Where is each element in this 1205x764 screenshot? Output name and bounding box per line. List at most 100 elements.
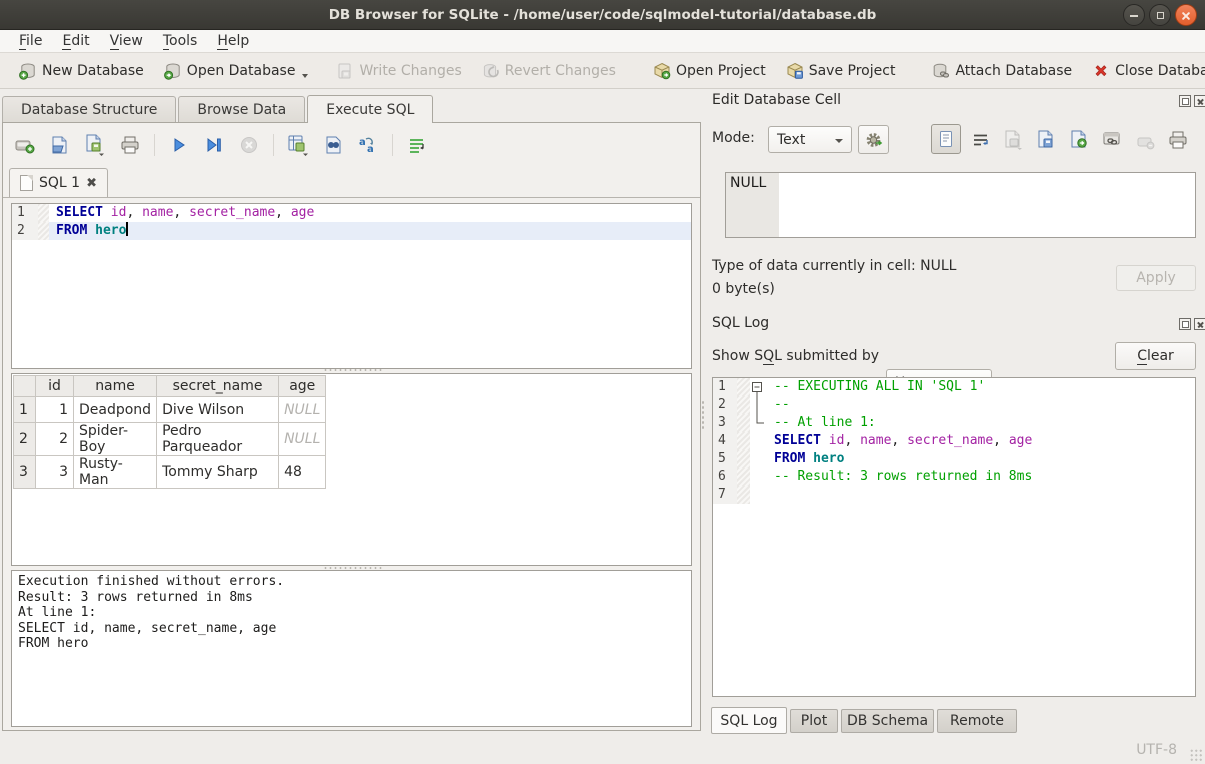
- table-row[interactable]: 3 3 Rusty-Man Tommy Sharp 48: [14, 456, 326, 489]
- revert-changes-button[interactable]: Revert Changes: [475, 58, 623, 84]
- close-database-button[interactable]: Close Database: [1085, 58, 1205, 84]
- maximize-button[interactable]: [1149, 4, 1171, 26]
- tab-database-structure[interactable]: Database Structure: [2, 96, 176, 123]
- mode-combobox[interactable]: Text: [768, 126, 852, 153]
- print-cell-icon[interactable]: [1166, 128, 1190, 152]
- sql-tab-sql1[interactable]: SQL 1 ✖: [9, 168, 108, 197]
- open-project-button[interactable]: Open Project: [646, 58, 773, 84]
- bottom-tab-remote[interactable]: Remote: [937, 709, 1017, 733]
- gutter-hatch: [737, 486, 750, 504]
- stop-icon[interactable]: [237, 133, 261, 157]
- open-database-dropdown-caret[interactable]: [302, 74, 308, 78]
- execute-sql-panel: aa SQL 1 ✖ 1SELECT id, name, secret_name…: [2, 122, 701, 731]
- cell-value: NULL: [730, 175, 766, 191]
- line-number: 2: [713, 396, 737, 414]
- dock-float-icon[interactable]: [1179, 95, 1191, 107]
- close-button[interactable]: [1175, 4, 1197, 26]
- mode-value: Text: [777, 132, 805, 148]
- save-project-button[interactable]: Save Project: [779, 58, 903, 84]
- code-text: -- At line 1:: [767, 414, 1195, 432]
- open-sql-file-icon[interactable]: [48, 133, 72, 157]
- bottom-tab-plot[interactable]: Plot: [790, 709, 838, 733]
- corner-header[interactable]: [14, 376, 36, 397]
- find-in-file-icon[interactable]: [321, 133, 345, 157]
- code-line[interactable]: 5FROM hero: [713, 450, 1195, 468]
- new-database-button[interactable]: New Database: [12, 58, 151, 84]
- editor-grid-splitter[interactable]: [323, 368, 383, 372]
- gutter-hatch: [737, 450, 750, 468]
- menu-tools[interactable]: Tools: [154, 31, 207, 51]
- apply-settings-button[interactable]: [858, 125, 889, 154]
- code-line[interactable]: 4SELECT id, name, secret_name, age: [713, 432, 1195, 450]
- open-database-button[interactable]: Open Database: [157, 58, 316, 84]
- import-cell-data-icon[interactable]: [1034, 128, 1058, 152]
- open-external-icon[interactable]: [1100, 128, 1124, 152]
- sql-tab-bar: SQL 1 ✖: [3, 167, 700, 198]
- svg-text:a: a: [359, 137, 366, 148]
- tab-execute-sql[interactable]: Execute SQL: [307, 95, 433, 123]
- execute-current-line-icon[interactable]: [202, 133, 226, 157]
- col-header-name[interactable]: name: [74, 376, 157, 397]
- gutter-hatch: [38, 204, 49, 222]
- tab-browse-data[interactable]: Browse Data: [178, 96, 305, 123]
- code-line[interactable]: 2FROM hero: [12, 222, 691, 240]
- line-number: 4: [713, 432, 737, 450]
- col-header-id[interactable]: id: [36, 376, 74, 397]
- attach-database-button[interactable]: Attach Database: [925, 58, 1079, 84]
- apply-button[interactable]: Apply: [1116, 265, 1196, 291]
- code-line[interactable]: 1SELECT id, name, secret_name, age: [12, 204, 691, 222]
- word-wrap-icon[interactable]: [405, 133, 429, 157]
- new-sql-tab-icon[interactable]: [13, 133, 37, 157]
- write-changes-button[interactable]: Write Changes: [329, 58, 468, 84]
- code-line[interactable]: 7: [713, 486, 1195, 504]
- main-tab-bar: Database Structure Browse Data Execute S…: [2, 95, 435, 123]
- code-line[interactable]: 3-- At line 1:: [713, 414, 1195, 432]
- code-line[interactable]: 6-- Result: 3 rows returned in 8ms: [713, 468, 1195, 486]
- line-number: 2: [12, 222, 38, 240]
- table-row[interactable]: 1 1 Deadpond Dive Wilson NULL: [14, 397, 326, 423]
- menu-help[interactable]: Help: [208, 31, 258, 51]
- clear-button[interactable]: Clear: [1115, 342, 1196, 370]
- cell-editor[interactable]: NULL: [725, 172, 1196, 238]
- col-header-secret-name[interactable]: secret_name: [157, 376, 279, 397]
- code-line[interactable]: 1-- EXECUTING ALL IN 'SQL 1': [713, 378, 1195, 396]
- minimize-button[interactable]: [1123, 4, 1145, 26]
- menu-edit[interactable]: Edit: [53, 31, 98, 51]
- table-row[interactable]: 2 2 Spider-Boy Pedro Parqueador NULL: [14, 423, 326, 456]
- line-number: 1: [713, 378, 737, 396]
- text-caret: [126, 222, 128, 236]
- export-results-icon[interactable]: [286, 133, 310, 157]
- col-header-age[interactable]: age: [279, 376, 326, 397]
- dock-float-icon[interactable]: [1179, 318, 1191, 330]
- print-icon[interactable]: [118, 133, 142, 157]
- line-number: 6: [713, 468, 737, 486]
- sql-tab-close-icon[interactable]: ✖: [86, 176, 97, 191]
- menu-file[interactable]: File: [10, 31, 51, 51]
- sql-log-view[interactable]: 1-- EXECUTING ALL IN 'SQL 1'2--3-- At li…: [712, 377, 1196, 697]
- titlebar[interactable]: DB Browser for SQLite - /home/user/code/…: [0, 0, 1205, 30]
- sql-tab-label: SQL 1: [39, 175, 80, 191]
- bottom-tab-db-schema[interactable]: DB Schema: [841, 709, 934, 733]
- set-null-icon[interactable]: [1134, 130, 1158, 154]
- execute-all-icon[interactable]: [167, 133, 191, 157]
- save-sql-file-icon[interactable]: [83, 133, 107, 157]
- fold-marker-icon[interactable]: [750, 378, 767, 396]
- code-text: FROM hero: [767, 450, 1195, 468]
- bottom-tab-sql-log[interactable]: SQL Log: [711, 707, 787, 734]
- panel-splitter[interactable]: [701, 400, 706, 430]
- code-line[interactable]: 2--: [713, 396, 1195, 414]
- format-sql-icon[interactable]: aa: [356, 133, 380, 157]
- sql-editor[interactable]: 1SELECT id, name, secret_name, age2FROM …: [11, 203, 692, 369]
- menu-view[interactable]: View: [101, 31, 152, 51]
- sql-editor-toolbar: aa: [13, 130, 429, 160]
- dock-close-icon[interactable]: [1194, 318, 1205, 330]
- text-mode-button[interactable]: [931, 124, 961, 154]
- word-wrap-icon[interactable]: [969, 128, 993, 152]
- results-header-row: id name secret_name age: [14, 376, 326, 397]
- encoding-indicator[interactable]: UTF-8: [1136, 742, 1177, 758]
- export-cell-data-icon[interactable]: [1067, 128, 1091, 152]
- resize-grip[interactable]: [1190, 749, 1203, 762]
- window-title: DB Browser for SQLite - /home/user/code/…: [329, 7, 877, 23]
- dock-close-icon[interactable]: [1194, 95, 1205, 107]
- save-cell-icon[interactable]: [1001, 128, 1025, 152]
